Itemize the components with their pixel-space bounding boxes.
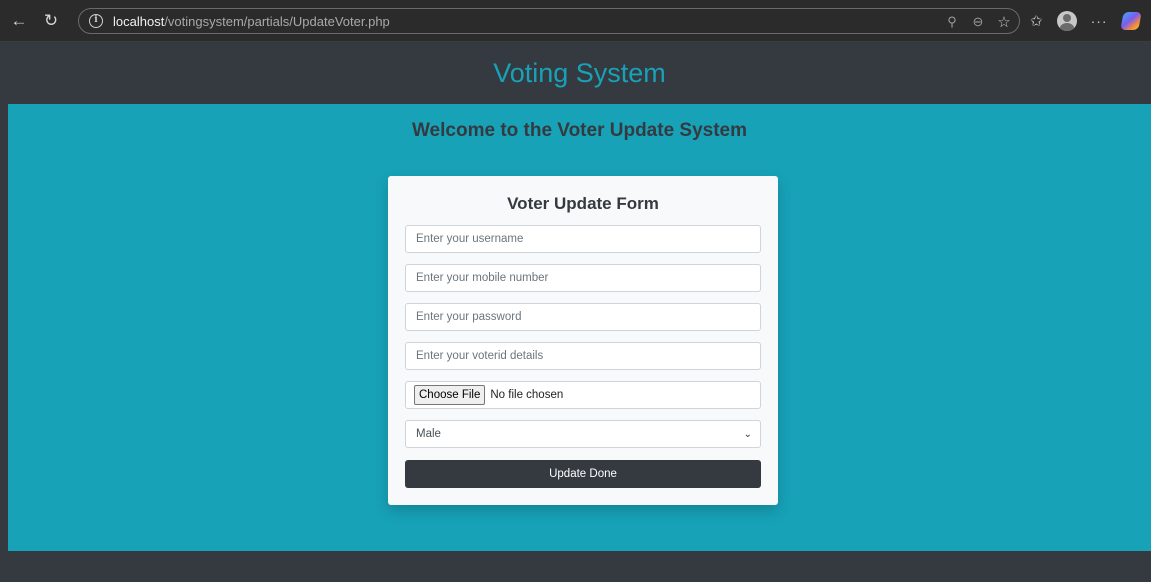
url-text[interactable]: localhost/votingsystem/partials/UpdateVo… xyxy=(113,14,390,29)
update-done-button[interactable]: Update Done xyxy=(405,460,761,488)
choose-file-button[interactable]: Choose File xyxy=(414,385,486,405)
profile-avatar-icon[interactable] xyxy=(1056,11,1077,31)
back-icon[interactable]: ← xyxy=(6,8,32,34)
password-input[interactable] xyxy=(405,303,761,331)
main-section: Welcome to the Voter Update System Voter… xyxy=(8,104,1151,551)
mobile-input[interactable] xyxy=(405,264,761,292)
voter-update-card: Voter Update Form Choose File No file ch… xyxy=(388,176,778,505)
more-icon[interactable]: ··· xyxy=(1091,13,1108,29)
site-title: Voting System xyxy=(493,57,666,88)
chevron-down-icon: ⌄ xyxy=(743,428,752,440)
site-info-icon[interactable]: i xyxy=(89,14,103,28)
page-footer xyxy=(8,551,1151,582)
username-input[interactable] xyxy=(405,225,761,253)
url-host: localhost xyxy=(113,13,165,29)
gender-select[interactable]: Male ⌄ xyxy=(405,420,761,448)
reload-icon[interactable]: ↻ xyxy=(38,8,64,34)
favorites-icon[interactable]: ✩ xyxy=(1030,12,1043,30)
address-bar[interactable]: i localhost/votingsystem/partials/Update… xyxy=(78,8,1020,34)
form-title: Voter Update Form xyxy=(507,194,659,213)
read-aloud-icon[interactable]: ⚲ xyxy=(945,14,959,30)
file-status: No file chosen xyxy=(490,389,564,401)
browser-toolbar: ← ↻ i localhost/votingsystem/partials/Up… xyxy=(0,0,1151,42)
photo-file-input[interactable]: Choose File No file chosen xyxy=(405,381,761,409)
voterid-input[interactable] xyxy=(405,342,761,370)
zoom-out-icon[interactable]: ⊖ xyxy=(971,14,985,30)
welcome-heading: Welcome to the Voter Update System xyxy=(411,120,748,141)
star-icon[interactable]: ☆ xyxy=(997,13,1011,31)
url-path: /votingsystem/partials/UpdateVoter.php xyxy=(164,13,390,29)
site-header: Voting System xyxy=(8,42,1151,104)
gender-selected-value: Male xyxy=(416,428,441,440)
page-gutter xyxy=(0,42,8,582)
copilot-icon[interactable] xyxy=(1119,12,1142,30)
